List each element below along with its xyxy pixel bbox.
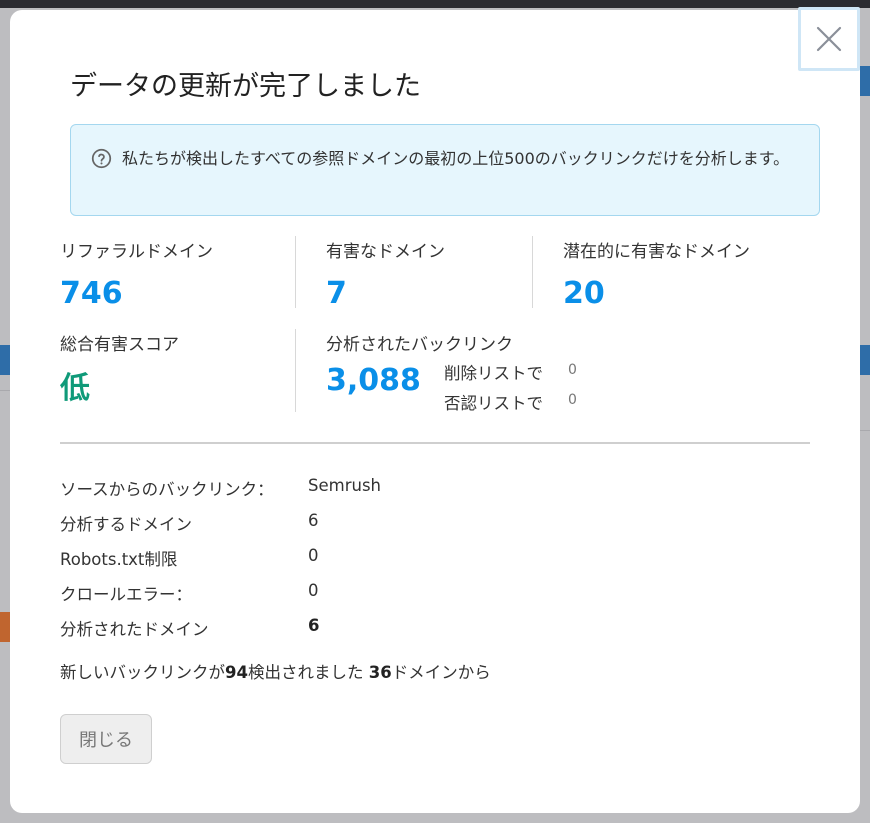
detail-value: 6 bbox=[308, 616, 320, 635]
stat-label: 潜在的に有害なドメイン bbox=[563, 242, 750, 262]
background-divider bbox=[0, 390, 10, 391]
close-icon bbox=[816, 26, 842, 52]
close-x-button[interactable] bbox=[798, 7, 860, 71]
summary-prefix: 新しいバックリンクが bbox=[60, 663, 225, 682]
detail-row: 分析されたドメイン 6 bbox=[60, 616, 560, 640]
new-backlinks-count: 94 bbox=[225, 663, 248, 682]
divider bbox=[295, 329, 296, 412]
close-dialog-button[interactable]: 閉じる bbox=[60, 714, 152, 764]
question-circle-icon bbox=[91, 148, 112, 169]
detail-value: Semrush bbox=[308, 476, 381, 495]
background-element bbox=[0, 612, 10, 642]
detail-row: Robots.txt制限 0 bbox=[60, 546, 560, 570]
stat-referral-domains: リファラルドメイン 746 bbox=[60, 237, 213, 311]
detail-label: Robots.txt制限 bbox=[60, 550, 178, 569]
summary-middle: 検出されました bbox=[247, 663, 369, 682]
background-topbar bbox=[0, 0, 870, 8]
stat-label: 総合有害スコア bbox=[60, 335, 179, 355]
stat-label: リファラルドメイン bbox=[60, 242, 213, 262]
new-domains-count: 36 bbox=[368, 663, 392, 682]
stat-value[interactable]: 7 bbox=[326, 276, 445, 311]
disavow-list-row: 否認リストで 0 bbox=[444, 390, 577, 414]
remove-list-label: 削除リストで bbox=[444, 364, 543, 383]
detail-row: ソースからのバックリンク： Semrush bbox=[60, 476, 560, 500]
divider bbox=[532, 236, 533, 308]
disavow-list-label: 否認リストで bbox=[444, 394, 543, 413]
detail-label: クロールエラー： bbox=[60, 585, 192, 604]
detail-value: 6 bbox=[308, 511, 319, 530]
detail-label: 分析されたドメイン bbox=[60, 620, 209, 639]
remove-list-count: 0 bbox=[568, 362, 577, 378]
background-element bbox=[0, 345, 10, 375]
stat-label: 有害なドメイン bbox=[326, 242, 445, 262]
update-complete-dialog: データの更新が完了しました 私たちが検出したすべての参照ドメインの最初の上位50… bbox=[10, 10, 860, 813]
detail-label: 分析するドメイン bbox=[60, 515, 192, 534]
stat-value[interactable]: 746 bbox=[60, 276, 213, 311]
summary-suffix: ドメインから bbox=[391, 663, 491, 682]
detail-row: クロールエラー： 0 bbox=[60, 581, 560, 605]
divider bbox=[295, 236, 296, 308]
stat-toxic-domains: 有害なドメイン 7 bbox=[326, 237, 445, 311]
toxic-score-value: 低 bbox=[60, 371, 90, 406]
dialog-title: データの更新が完了しました bbox=[70, 71, 421, 102]
section-divider bbox=[60, 442, 810, 444]
stat-overall-toxic-score: 総合有害スコア 低 bbox=[60, 330, 179, 407]
stat-label: 分析されたバックリンク bbox=[326, 335, 513, 355]
detail-label: ソースからのバックリンク： bbox=[60, 480, 274, 499]
stat-value[interactable]: 20 bbox=[563, 276, 750, 311]
detail-value: 0 bbox=[308, 546, 319, 565]
remove-list-row: 削除リストで 0 bbox=[444, 360, 577, 384]
detail-row: 分析するドメイン 6 bbox=[60, 511, 560, 535]
info-notice: 私たちが検出したすべての参照ドメインの最初の上位500のバックリンクだけを分析し… bbox=[70, 124, 820, 216]
info-text: 私たちが検出したすべての参照ドメインの最初の上位500のバックリンクだけを分析し… bbox=[122, 149, 790, 168]
new-backlinks-summary: 新しいバックリンクが94検出されました 36ドメインから bbox=[60, 659, 491, 683]
disavow-list-count: 0 bbox=[568, 392, 577, 408]
stat-potentially-toxic-domains: 潜在的に有害なドメイン 20 bbox=[563, 237, 750, 311]
detail-value: 0 bbox=[308, 581, 319, 600]
